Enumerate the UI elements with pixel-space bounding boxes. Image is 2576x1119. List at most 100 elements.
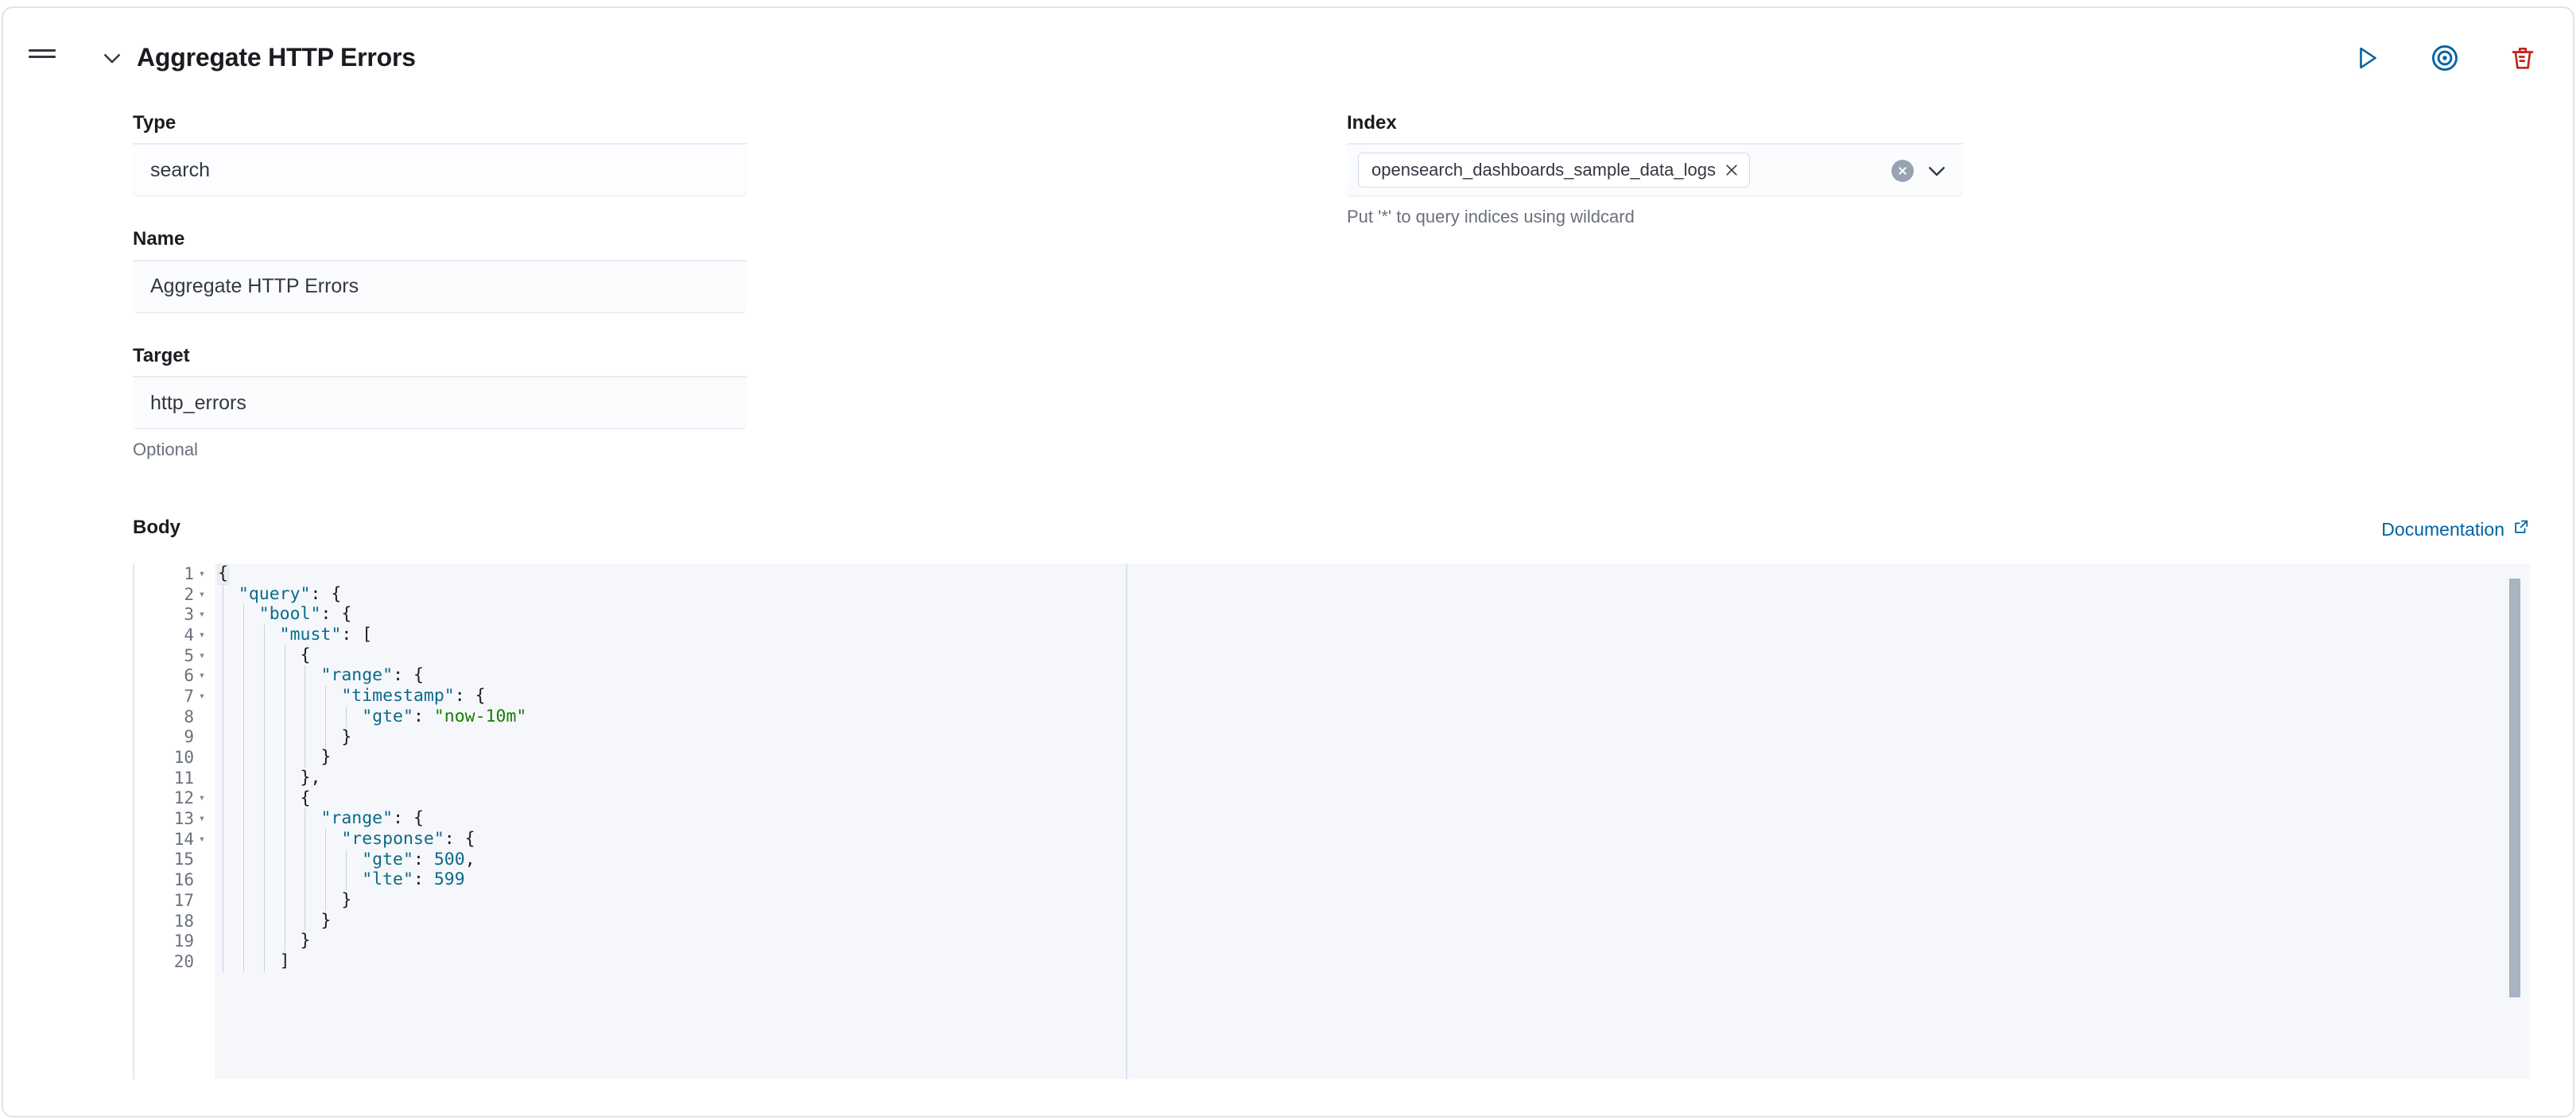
scrollbar-thumb[interactable]	[2509, 579, 2520, 997]
indent-guide	[242, 788, 244, 809]
chevron-down-icon[interactable]	[1925, 159, 1949, 183]
indent-guide	[263, 747, 265, 768]
type-input[interactable]: search	[133, 143, 747, 196]
fold-toggle-icon[interactable]: ▾	[194, 669, 210, 682]
header-actions	[2350, 41, 2539, 75]
body-section-header: Body Documentation	[133, 517, 2530, 552]
editor-line-number: 4 ▾	[134, 625, 215, 645]
target-input[interactable]: http_errors	[133, 376, 747, 429]
indent-guide	[346, 706, 347, 727]
editor-vertical-scrollbar[interactable]	[2509, 563, 2520, 1079]
fold-toggle-icon[interactable]: ▾	[194, 567, 210, 580]
editor-line-number: 10▾	[173, 748, 194, 768]
delete-button[interactable]	[2506, 41, 2539, 75]
editor-line-number: 8▾	[184, 707, 194, 726]
fold-toggle-icon[interactable]: ▾	[194, 649, 210, 662]
field-index: Index opensearch_dashboards_sample_data_…	[1347, 112, 1983, 227]
indent-guide	[242, 890, 244, 911]
fold-toggle-icon[interactable]: ▾	[194, 608, 210, 621]
form-column-left: Type search Name Aggregate HTTP Errors T…	[133, 112, 769, 460]
editor-line-numbers: 1▾2▾3▾4▾5▾6▾7▾8▾9▾10▾11▾12▾13▾14▾15▾16▾1…	[134, 563, 215, 1079]
field-target: Target http_errors Optional	[133, 344, 769, 460]
indent-guide	[242, 747, 244, 768]
editor-line-number: 17▾	[173, 890, 194, 910]
indent-guide	[325, 890, 327, 911]
indent-guide	[263, 931, 265, 952]
indent-guide	[263, 910, 265, 931]
editor-line-number: 9▾	[184, 727, 194, 747]
editor-code-line: }	[218, 910, 332, 931]
indent-guide	[263, 890, 265, 911]
indent-guide	[242, 706, 244, 727]
editor-line-number: 12 ▾	[134, 788, 215, 809]
indent-guide	[242, 910, 244, 931]
editor-code-line: }	[215, 890, 2530, 911]
indent-guide	[325, 686, 327, 707]
indent-guide	[346, 869, 347, 890]
indent-guide	[263, 828, 265, 850]
editor-line-number: 19▾	[173, 931, 194, 951]
indent-guide	[263, 645, 265, 666]
editor-line-number: 18▾	[173, 911, 194, 931]
editor-code-area[interactable]: { "query": { "bool": { "must": [ { "rang…	[215, 563, 2530, 1079]
documentation-label: Documentation	[2381, 518, 2504, 540]
fold-toggle-icon[interactable]: ▾	[194, 690, 210, 703]
form-column-right: Index opensearch_dashboards_sample_data_…	[1347, 112, 1983, 227]
run-button[interactable]	[2350, 41, 2384, 75]
indent-guide	[242, 726, 244, 748]
editor-code-line: "gte": 500,	[215, 849, 2530, 870]
editor-line-number: 13 ▾	[134, 808, 215, 829]
indent-guide	[325, 706, 327, 727]
editor-code-line: "response": {	[215, 828, 2530, 850]
fold-toggle-icon[interactable]: ▾	[194, 629, 210, 641]
indent-guide	[325, 849, 327, 870]
name-input[interactable]: Aggregate HTTP Errors	[133, 259, 747, 312]
fold-toggle-icon[interactable]: ▾	[194, 833, 210, 846]
indent-guide	[242, 604, 244, 625]
editor-code-line: "timestamp": {	[215, 686, 2530, 707]
indent-guide	[325, 828, 327, 850]
index-hint: Put '*' to query indices using wildcard	[1347, 207, 1635, 227]
target-button[interactable]	[2428, 41, 2462, 75]
editor-code-line: {	[217, 563, 229, 585]
editor-code-line: }	[215, 931, 2530, 952]
indent-guide	[242, 767, 244, 788]
indent-guide	[263, 869, 265, 890]
indent-guide	[263, 625, 265, 645]
field-label-name: Name	[133, 228, 185, 250]
editor-line-number: 14 ▾	[134, 829, 215, 850]
field-label-target: Target	[133, 344, 190, 366]
editor-line-number: 6 ▾	[134, 665, 215, 686]
monitor-input-panel: Aggregate HTTP Errors Type search Name A…	[2, 6, 2574, 1117]
index-combobox[interactable]: opensearch_dashboards_sample_data_logs	[1347, 143, 1963, 196]
editor-line-number: 11▾	[173, 768, 194, 788]
editor-line-number: 7 ▾	[134, 686, 215, 707]
field-label-index: Index	[1347, 112, 1397, 134]
editor-line-number: 3 ▾	[134, 604, 215, 625]
editor-code-line: "must": [	[215, 625, 2530, 645]
indent-guide	[325, 726, 327, 748]
indent-guide	[242, 625, 244, 645]
chevron-down-icon[interactable]	[100, 46, 124, 70]
page-title: Aggregate HTTP Errors	[137, 43, 416, 72]
fold-toggle-icon[interactable]: ▾	[194, 812, 210, 825]
field-type: Type search	[133, 112, 769, 196]
field-name: Name Aggregate HTTP Errors	[133, 228, 769, 312]
indent-guide	[263, 788, 265, 809]
panel-header: Aggregate HTTP Errors	[3, 8, 2573, 106]
indent-guide	[242, 808, 244, 829]
editor-code-line: "bool": {	[215, 604, 2530, 625]
editor-line-number: 1 ▾	[134, 563, 215, 584]
cross-icon[interactable]	[1724, 162, 1740, 178]
fold-toggle-icon[interactable]: ▾	[194, 588, 210, 601]
documentation-link[interactable]: Documentation	[2381, 518, 2530, 540]
editor-code-line: "lte": 599	[215, 869, 2530, 890]
editor-line-number: 16▾	[173, 870, 194, 890]
body-json-editor[interactable]: 1▾2▾3▾4▾5▾6▾7▾8▾9▾10▾11▾12▾13▾14▾15▾16▾1…	[133, 563, 2530, 1079]
clear-circle-icon[interactable]	[1891, 160, 1914, 183]
editor-line-number: 2 ▾	[134, 584, 215, 605]
drag-handle-icon[interactable]	[29, 49, 56, 65]
indent-guide	[242, 665, 244, 687]
indent-guide	[242, 645, 244, 666]
fold-toggle-icon[interactable]: ▾	[194, 792, 210, 804]
